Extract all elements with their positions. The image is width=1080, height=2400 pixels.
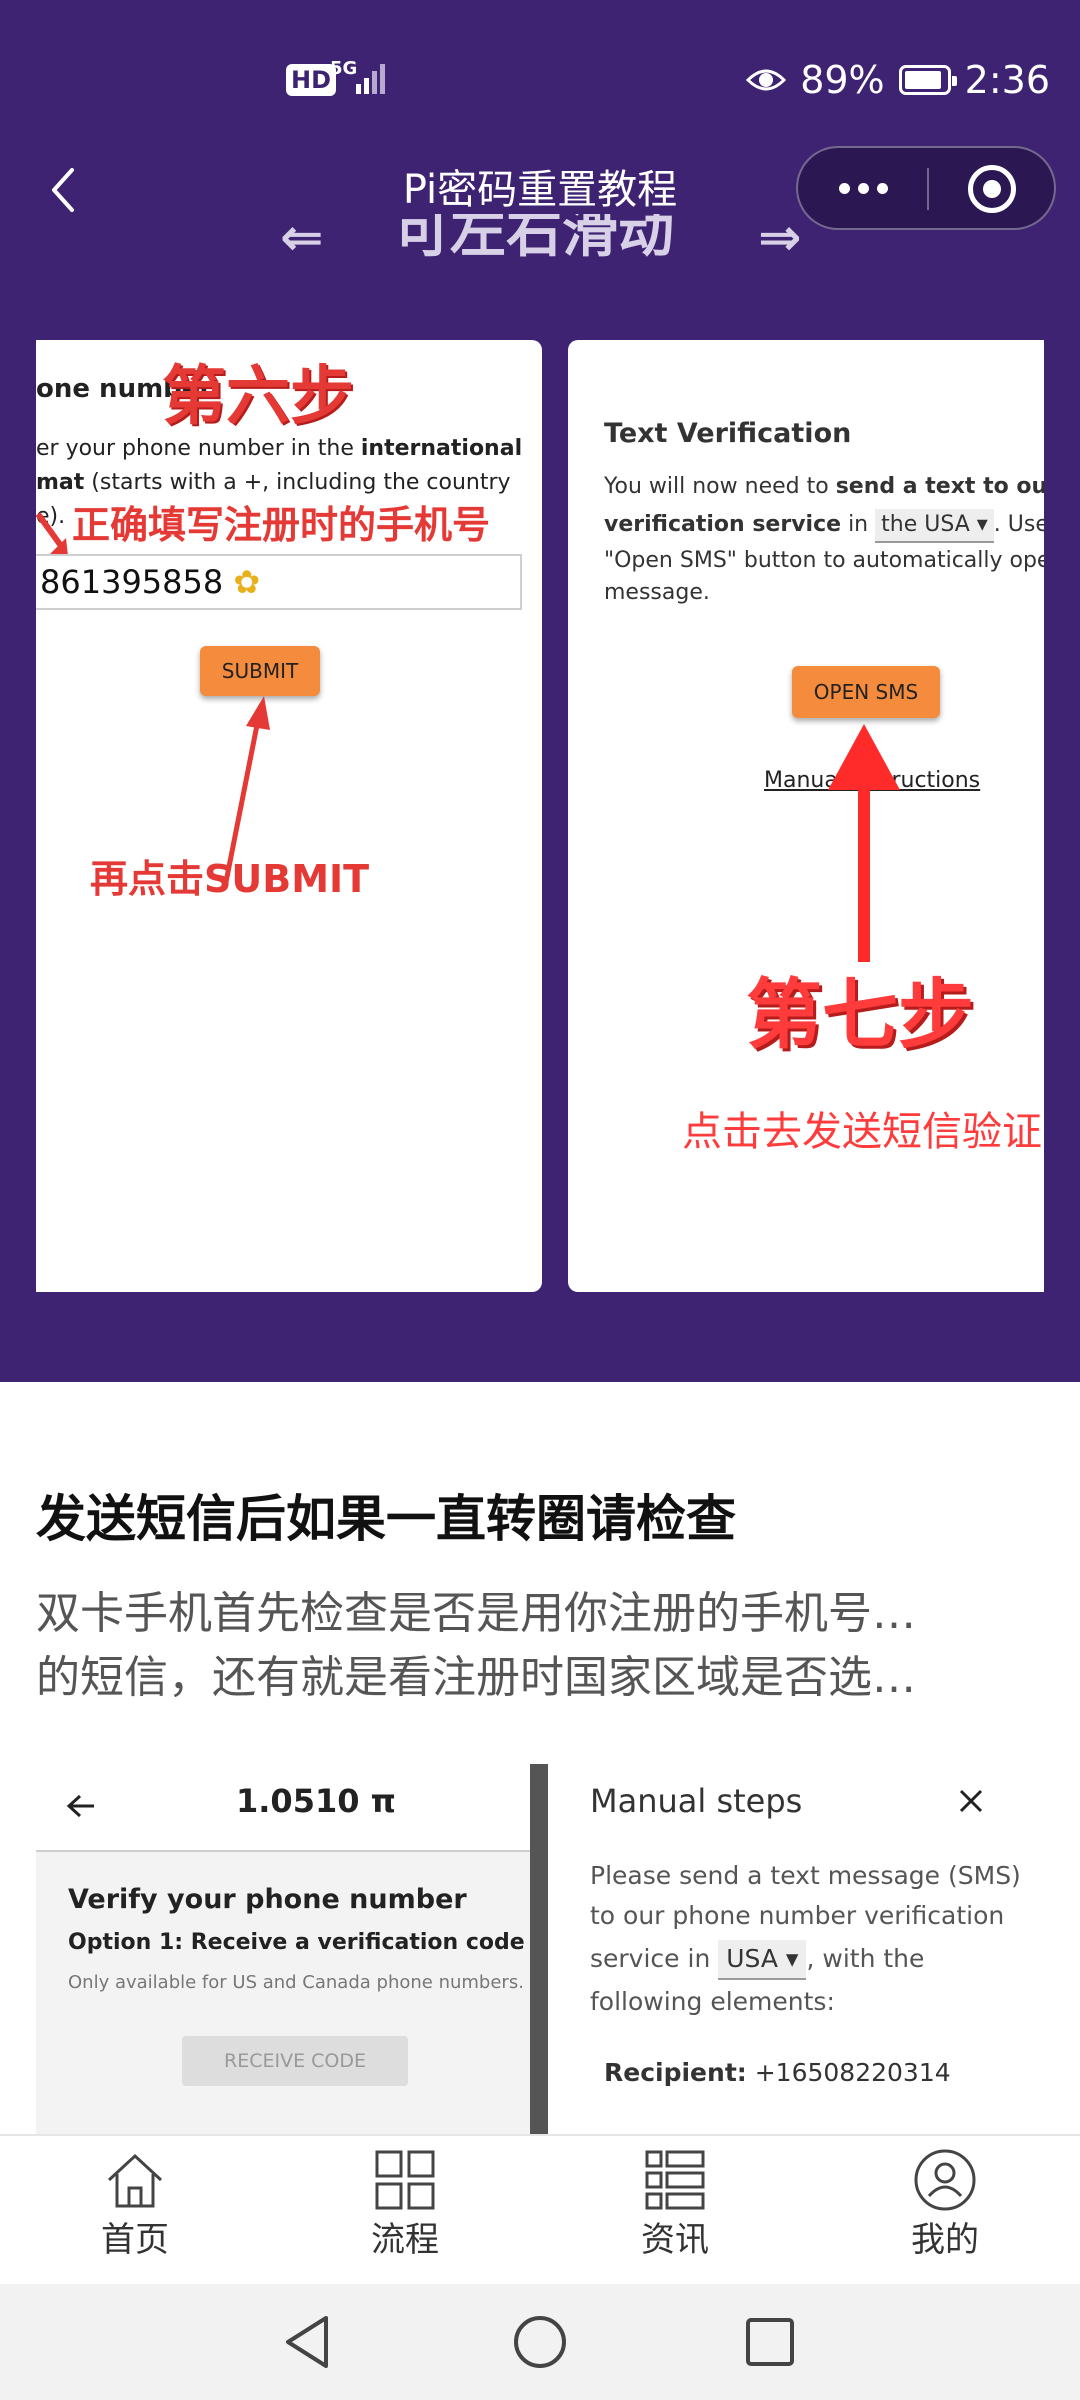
battery-percent: 89% [800,58,885,102]
nav-back-icon[interactable] [282,2314,336,2370]
click-submit-note: 再点击SUBMIT [90,857,370,901]
step-seven-label: 第七步 [746,970,974,1059]
eye-comfort-icon [746,69,787,91]
recipient-line: Recipient: +16508220314 [604,2058,951,2087]
verify-title: Verify your phone number [68,1884,467,1915]
manual-country-select[interactable]: USA ▾ [718,1940,807,1980]
bottom-tab-bar: 首页 流程 资讯 我的 [0,2134,1080,2284]
article-line-2: 的短信，还有就是看注册时国家区域是否选… [36,1652,916,1703]
swipe-hint: 可左右滑动 [394,214,674,265]
send-sms-note: 点击去发送短信验证 [682,1109,1042,1155]
signal-icon [356,64,385,94]
manual-steps-title: Manual steps [590,1782,803,1820]
red-arrow-icon [36,512,68,556]
battery-icon [898,65,957,95]
verify-panel: 1.0510 π Verify your phone number Option… [36,1764,530,2134]
grid-icon [375,2150,435,2210]
clock: 2:36 [964,58,1050,102]
verification-instructions: You will now need to send a text to our … [604,474,1044,605]
red-up-arrow-icon [828,724,900,962]
tab-home[interactable]: 首页 [0,2136,270,2286]
list-icon [645,2150,705,2210]
submit-button[interactable]: SUBMIT [200,646,320,696]
system-nav-bar [0,2284,1080,2400]
more-icon[interactable] [798,148,928,228]
right-arrow-icon: ⇒ [758,218,802,258]
back-arrow-icon [66,1794,94,1818]
step-six-label: 第六步 [162,360,354,434]
tab-me[interactable]: 我的 [810,2136,1080,2286]
carousel-slide-step6[interactable]: one number 第六步 er your phone number in t… [36,340,542,1292]
close-icon[interactable] [958,1788,984,1814]
screen: { "status_bar": { "hd": "HD", "network":… [0,0,1080,2400]
left-arrow-icon: ⇐ [280,218,324,258]
status-bar: HD 5G 89% 2:36 [0,40,1080,120]
tab-news[interactable]: 资讯 [540,2136,810,2286]
flower-icon: ✿ [223,563,261,601]
text-verification-heading: Text Verification [604,418,852,449]
availability-note: Only available for US and Canada phone n… [68,1972,524,1993]
article-image: 1.0510 π Verify your phone number Option… [36,1764,1044,2134]
mini-program-capsule [796,146,1056,230]
tab-me-label: 我的 [911,2220,979,2260]
home-icon [107,2153,163,2208]
nav-home-icon[interactable] [512,2314,568,2370]
receive-code-button[interactable]: RECEIVE CODE [182,2036,408,2086]
option1-label: Option 1: Receive a verification code [68,1930,525,1955]
open-sms-button[interactable]: OPEN SMS [792,666,940,718]
carousel-slide-step7[interactable]: Text Verification You will now need to s… [568,340,1044,1292]
tab-process[interactable]: 流程 [270,2136,540,2286]
manual-steps-panel: Manual steps Please send a text message … [548,1764,1044,2134]
manual-steps-text: Please send a text message (SMS) to our … [590,1861,1021,2016]
pi-balance: 1.0510 π [236,1782,396,1820]
close-miniprogram-icon[interactable] [968,165,1016,213]
user-icon [914,2149,976,2211]
network-label: 5G [330,58,358,79]
phone-input[interactable]: 861395858 ✿ [36,554,522,610]
tab-process-label: 流程 [371,2220,439,2260]
article-line-1: 双卡手机首先检查是否是用你注册的手机号… [36,1588,916,1639]
tab-home-label: 首页 [101,2220,169,2260]
country-select[interactable]: the USA ▾ [875,509,994,543]
status-right: 89% 2:36 [746,50,1050,110]
tab-news-label: 资讯 [641,2220,709,2260]
hd-badge: HD [286,64,337,96]
phone-value: 861395858 [40,563,224,601]
red-note: 正确填写注册时的手机号 [72,503,491,547]
nav-recents-icon[interactable] [744,2316,796,2368]
capsule-divider [927,168,929,210]
article-title: 发送短信后如果一直转圈请检查 [36,1490,736,1548]
panel-divider [530,1764,548,2134]
article-body: 双卡手机首先检查是否是用你注册的手机号… 的短信，还有就是看注册时国家区域是否选… [36,1582,1046,1710]
